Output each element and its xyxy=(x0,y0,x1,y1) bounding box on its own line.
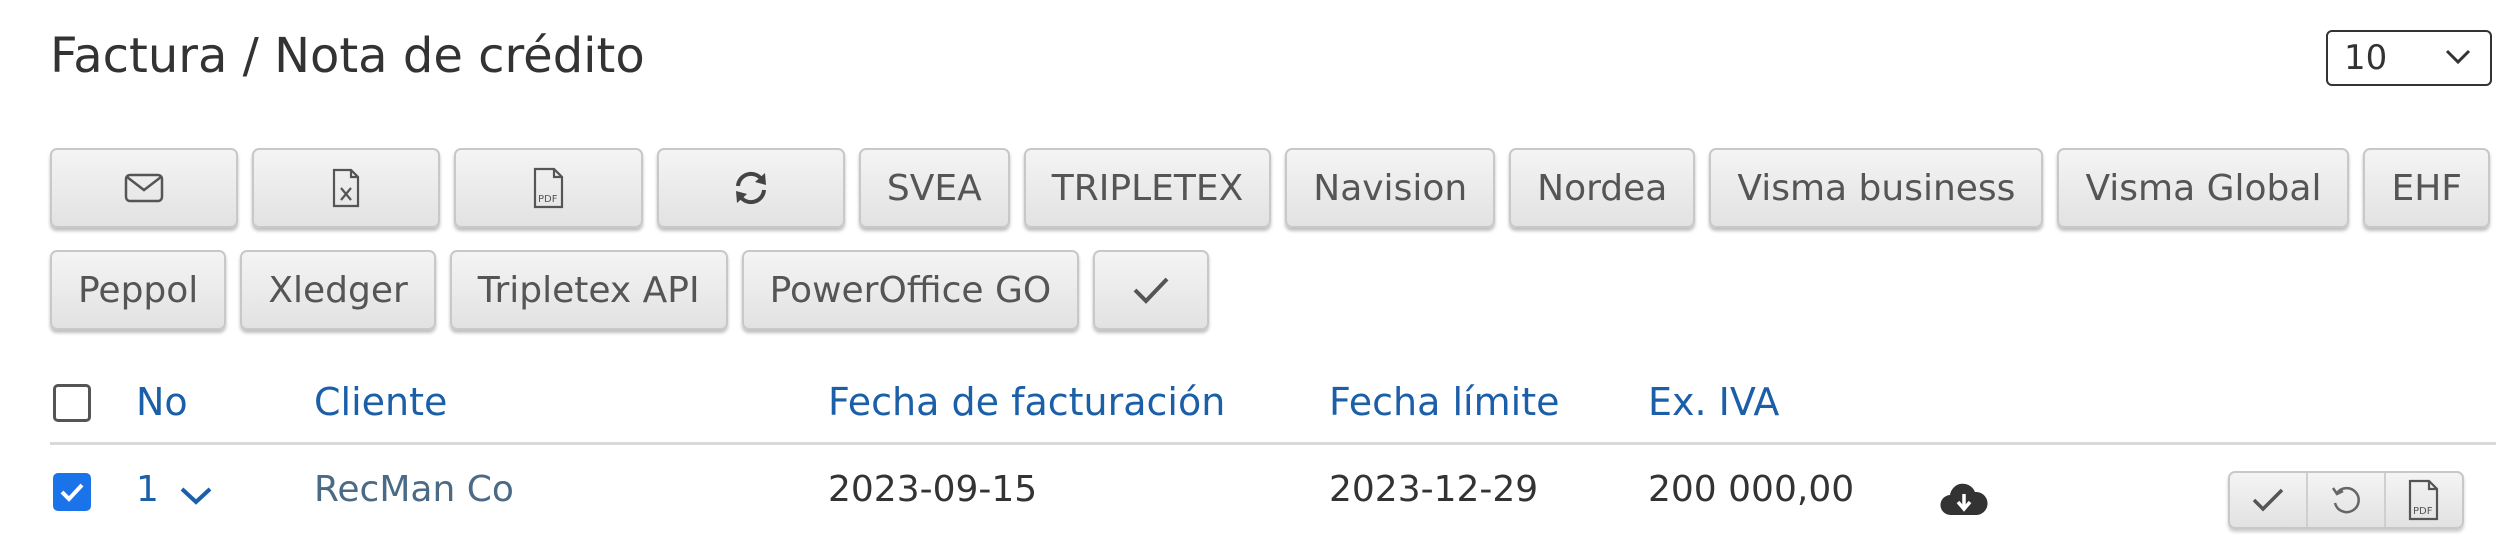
pdf-file-icon: PDF xyxy=(2408,479,2439,521)
excel-export-button[interactable] xyxy=(252,148,441,228)
row-undo-button[interactable] xyxy=(2308,473,2386,527)
pdf-export-button[interactable]: PDF xyxy=(454,148,643,228)
column-header-ex-iva[interactable]: Ex. IVA xyxy=(1648,380,1779,424)
row-checkbox[interactable] xyxy=(53,473,91,511)
visma-business-button[interactable]: Visma business xyxy=(1709,148,2044,228)
ehf-button[interactable]: EHF xyxy=(2363,148,2490,228)
undo-icon xyxy=(2331,486,2360,514)
column-header-cliente[interactable]: Cliente xyxy=(314,380,447,424)
row-pdf-button[interactable]: PDF xyxy=(2386,473,2462,527)
tripletex-api-button[interactable]: Tripletex API xyxy=(449,250,728,330)
tripletex-button[interactable]: TRIPLETEX xyxy=(1023,148,1272,228)
client-link[interactable]: RecMan Co xyxy=(314,469,514,510)
toolbar: PDF SVEA TRIPLETEX Navision Nordea Visma… xyxy=(50,148,2490,352)
per-page-select[interactable]: 10 xyxy=(2326,30,2492,86)
svg-text:PDF: PDF xyxy=(2413,506,2433,517)
poweroffice-go-button[interactable]: PowerOffice GO xyxy=(741,250,1080,330)
chevron-down-icon[interactable] xyxy=(178,485,214,507)
refresh-icon xyxy=(735,171,766,205)
checkmark-icon xyxy=(60,483,84,502)
amount-ex-vat: 200 000,00 xyxy=(1648,469,1855,510)
select-all-checkbox[interactable] xyxy=(53,384,91,422)
toolbar-row-1: PDF SVEA TRIPLETEX Navision Nordea Visma… xyxy=(50,148,2490,228)
email-button[interactable] xyxy=(50,148,239,228)
xledger-button[interactable]: Xledger xyxy=(240,250,436,330)
invoice-table: No Cliente Fecha de facturación Fecha lí… xyxy=(50,380,2496,545)
toolbar-row-2: Peppol Xledger Tripletex API PowerOffice… xyxy=(50,250,2490,330)
nordea-button[interactable]: Nordea xyxy=(1509,148,1696,228)
column-header-no[interactable]: No xyxy=(136,380,188,424)
invoice-date: 2023-09-15 xyxy=(828,469,1038,510)
row-number: 1 xyxy=(136,469,159,510)
row-approve-button[interactable] xyxy=(2230,473,2308,527)
row-actions: PDF xyxy=(2228,471,2464,529)
svg-text:PDF: PDF xyxy=(538,194,558,205)
page-title: Factura / Nota de crédito xyxy=(50,28,645,84)
column-header-fecha-facturacion[interactable]: Fecha de facturación xyxy=(828,380,1225,424)
table-row: 1 RecMan Co 2023-09-15 2023-12-29 200 00… xyxy=(50,445,2496,545)
navision-button[interactable]: Navision xyxy=(1285,148,1496,228)
check-icon xyxy=(1133,277,1169,304)
visma-global-button[interactable]: Visma Global xyxy=(2057,148,2350,228)
excel-file-icon xyxy=(333,168,360,208)
chevron-down-icon xyxy=(2445,49,2471,65)
table-header: No Cliente Fecha de facturación Fecha lí… xyxy=(50,380,2496,445)
svea-button[interactable]: SVEA xyxy=(858,148,1010,228)
invoice-page: Factura / Nota de crédito 10 PDF SVEA TR… xyxy=(0,0,2520,549)
peppol-button[interactable]: Peppol xyxy=(50,250,227,330)
envelope-icon xyxy=(124,173,164,203)
approve-button[interactable] xyxy=(1093,250,1210,330)
check-icon xyxy=(2252,488,2284,512)
refresh-button[interactable] xyxy=(656,148,845,228)
column-header-fecha-limite[interactable]: Fecha límite xyxy=(1329,380,1559,424)
cloud-download-icon[interactable] xyxy=(1940,483,1988,517)
per-page-value: 10 xyxy=(2344,38,2388,78)
pdf-file-icon: PDF xyxy=(533,167,563,209)
due-date: 2023-12-29 xyxy=(1329,469,1539,510)
